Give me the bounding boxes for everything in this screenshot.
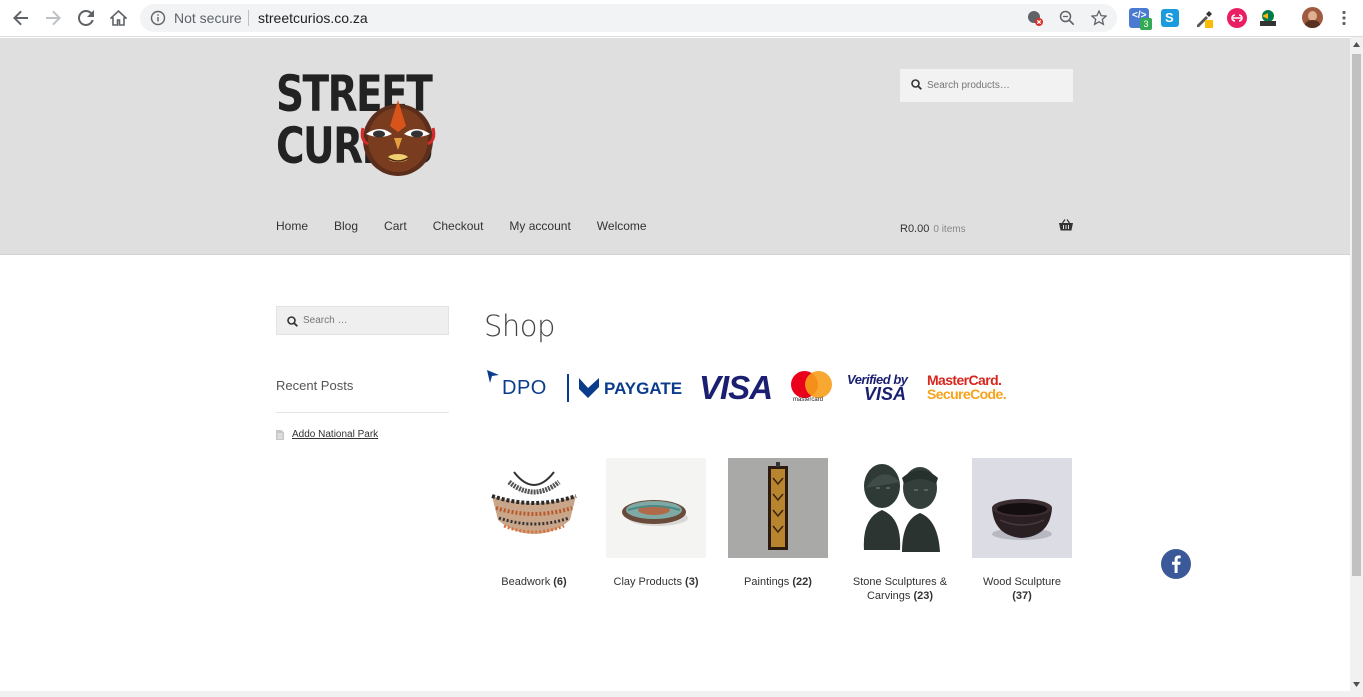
horizontal-scrollbar[interactable]: [0, 691, 1350, 697]
search-icon: [287, 316, 298, 327]
recent-posts-heading: Recent Posts: [276, 378, 354, 393]
nav-checkout[interactable]: Checkout: [433, 219, 484, 233]
category-name: Clay Products: [613, 576, 682, 588]
scroll-up-icon[interactable]: [1353, 42, 1360, 47]
profile-avatar[interactable]: [1302, 7, 1323, 28]
product-search-input[interactable]: [927, 69, 1067, 102]
payment-logos: DPO PAYGATE VISA mastercard Verified by …: [486, 367, 1007, 407]
sidebar-search[interactable]: [276, 306, 449, 335]
search-icon: [911, 79, 922, 90]
logo-separator: [567, 374, 569, 402]
document-icon: [276, 429, 284, 440]
category-name: Paintings: [744, 576, 790, 588]
site-header: STREET CURIOS Home Blog Cart Checkout My…: [0, 38, 1350, 255]
security-label: Not secure: [174, 10, 242, 26]
cart-items: 0 items: [933, 224, 966, 235]
vertical-scrollbar[interactable]: [1350, 37, 1363, 697]
paygate-logo: PAYGATE: [604, 379, 683, 398]
nav-cart[interactable]: Cart: [384, 219, 407, 233]
african-mask-icon: [360, 100, 436, 176]
extension-s-icon[interactable]: S: [1161, 9, 1179, 27]
product-search[interactable]: [900, 69, 1073, 102]
painting-image: [728, 458, 828, 558]
sidebar-search-input[interactable]: [303, 307, 443, 334]
mastercard-wordmark: mastercard: [793, 397, 824, 403]
category-count: (3): [685, 576, 699, 588]
stone-busts-image: [850, 458, 950, 558]
nav-blog[interactable]: Blog: [334, 219, 358, 233]
separator: [248, 10, 249, 26]
beadwork-necklace-image: [484, 458, 584, 558]
category-name: Wood Sculpture: [982, 576, 1062, 588]
home-icon: [109, 10, 127, 26]
category-wood-sculpture[interactable]: Wood Sculpture (37): [972, 458, 1072, 603]
address-bar[interactable]: Not secure streetcurios.co.za: [140, 4, 1117, 32]
reload-button[interactable]: [74, 6, 98, 30]
extension-link-icon[interactable]: [1227, 8, 1247, 28]
nav-welcome[interactable]: Welcome: [597, 219, 647, 233]
back-button[interactable]: [9, 6, 33, 30]
category-label[interactable]: Clay Products (3): [606, 575, 706, 589]
securecode-line-2: SecureCode.: [927, 386, 1007, 402]
category-label[interactable]: Wood Sculpture (37): [972, 575, 1072, 603]
cart-amount: R0.00: [900, 223, 930, 235]
extension-badge: 3: [1140, 18, 1152, 30]
category-image[interactable]: [972, 458, 1072, 558]
main-nav: Home Blog Cart Checkout My account Welco…: [276, 219, 673, 233]
category-paintings[interactable]: Paintings (22): [728, 458, 828, 589]
category-image[interactable]: [850, 458, 950, 558]
reload-icon: [78, 10, 94, 26]
bookmark-star-icon[interactable]: [1090, 9, 1108, 27]
info-icon[interactable]: [150, 10, 166, 31]
category-count: (22): [792, 576, 812, 588]
category-stone-sculptures[interactable]: Stone Sculptures & Carvings (23): [850, 458, 950, 603]
category-label[interactable]: Paintings (22): [728, 575, 828, 589]
home-button[interactable]: [106, 6, 130, 30]
category-image[interactable]: [606, 458, 706, 558]
menu-kebab-icon[interactable]: [1338, 10, 1350, 31]
category-image[interactable]: [728, 458, 828, 558]
browser-toolbar: Not secure streetcurios.co.za </> 3 S: [0, 0, 1363, 37]
dpo-logo: DPO: [502, 377, 547, 399]
nav-home[interactable]: Home: [276, 219, 308, 233]
page-title: Shop: [484, 309, 555, 343]
verified-visa-text: VISA: [864, 384, 907, 404]
visa-logo: VISA: [699, 369, 773, 406]
scrollbar-thumb[interactable]: [1352, 54, 1361, 576]
scroll-down-icon[interactable]: [1353, 682, 1360, 687]
category-label[interactable]: Beadwork (6): [484, 575, 584, 589]
back-arrow-icon: [13, 10, 28, 26]
category-count: (37): [1012, 590, 1032, 602]
category-count: (6): [553, 576, 567, 588]
recent-post-link[interactable]: Addo National Park: [292, 429, 378, 440]
mastercard-logo: mastercard: [791, 371, 833, 403]
category-name: Beadwork: [501, 576, 551, 588]
eyedropper-icon[interactable]: [1194, 8, 1214, 28]
category-count: (23): [913, 590, 934, 602]
forward-button[interactable]: [41, 6, 65, 30]
zoom-icon[interactable]: [1058, 9, 1076, 27]
nav-my-account[interactable]: My account: [509, 219, 570, 233]
category-clay-products[interactable]: Clay Products (3): [606, 458, 706, 589]
category-label[interactable]: Stone Sculptures & Carvings (23): [850, 575, 950, 603]
paygate-chevron-icon: [579, 378, 599, 398]
recent-post-item: Addo National Park: [276, 429, 378, 440]
extension-code-icon[interactable]: </> 3: [1129, 8, 1152, 30]
dpo-arrow-icon: [487, 370, 499, 383]
clay-bowl-image: [606, 458, 706, 558]
facebook-icon: [1161, 549, 1191, 579]
mini-cart[interactable]: R0.00 0 items: [900, 219, 1073, 235]
category-beadwork[interactable]: Beadwork (6): [484, 458, 584, 589]
facebook-button[interactable]: [1161, 549, 1191, 579]
divider: [276, 412, 449, 413]
category-image[interactable]: [484, 458, 584, 558]
cookie-blocked-icon[interactable]: [1026, 9, 1044, 27]
site-logo[interactable]: STREET CURIOS: [276, 68, 448, 180]
forward-arrow-icon: [46, 10, 61, 26]
basket-icon: [1059, 219, 1073, 231]
url-text[interactable]: streetcurios.co.za: [258, 10, 368, 26]
wood-bowl-image: [972, 458, 1072, 558]
flag-extension-icon[interactable]: [1258, 8, 1278, 28]
